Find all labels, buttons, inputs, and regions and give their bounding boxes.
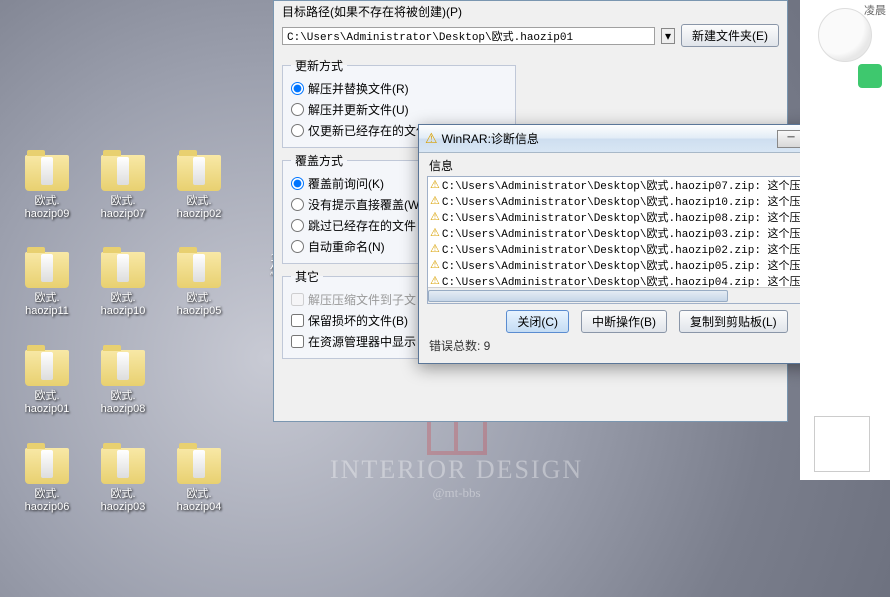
diag-title: WinRAR:诊断信息 xyxy=(442,130,539,147)
dropdown-arrow-icon[interactable]: ▾ xyxy=(661,28,675,44)
warning-icon: ⚠ xyxy=(430,274,440,288)
copy-clipboard-button[interactable]: 复制到剪贴板(L) xyxy=(679,310,788,333)
update-replace-option[interactable]: 解压并替换文件(R) xyxy=(291,78,507,99)
warning-icon: ⚠ xyxy=(425,130,438,147)
desktop-folder-icon[interactable]: 欧式.haozip05 xyxy=(164,252,234,318)
desktop-folder-icon[interactable]: 欧式.haozip10 xyxy=(88,252,158,318)
side-panel: 凌晨 xyxy=(800,0,890,480)
overwrite-legend: 覆盖方式 xyxy=(291,152,347,169)
zip-folder-icon xyxy=(25,252,69,288)
update-legend: 更新方式 xyxy=(291,57,347,74)
dest-label: 目标路径(如果不存在将被创建)(P) xyxy=(274,1,787,22)
zip-folder-icon xyxy=(25,448,69,484)
avatar-image[interactable] xyxy=(814,416,870,472)
abort-button[interactable]: 中断操作(B) xyxy=(581,310,667,333)
zip-folder-icon xyxy=(101,155,145,191)
new-folder-button[interactable]: 新建文件夹(E) xyxy=(681,24,779,47)
side-text: 凌晨 xyxy=(864,2,886,18)
zip-folder-icon xyxy=(101,448,145,484)
warning-icon: ⚠ xyxy=(430,258,440,272)
warning-icon: ⚠ xyxy=(430,242,440,256)
desktop-folder-icon[interactable]: 欧式.haozip06 xyxy=(12,448,82,514)
desktop-folder-icon[interactable]: 欧式.haozip02 xyxy=(164,155,234,221)
desktop-folder-icon[interactable]: 欧式.haozip01 xyxy=(12,350,82,416)
dest-path-input[interactable] xyxy=(282,27,655,45)
zip-folder-icon xyxy=(177,448,221,484)
zip-folder-icon xyxy=(25,155,69,191)
warning-icon: ⚠ xyxy=(430,226,440,240)
desktop-folder-icon[interactable]: 欧式.haozip08 xyxy=(88,350,158,416)
warning-icon: ⚠ xyxy=(430,210,440,224)
zip-folder-icon xyxy=(177,155,221,191)
zip-folder-icon xyxy=(177,252,221,288)
desktop-folder-icon[interactable]: 欧式.haozip11 xyxy=(12,252,82,318)
zip-folder-icon xyxy=(25,350,69,386)
update-update-option[interactable]: 解压并更新文件(U) xyxy=(291,99,507,120)
app-icon[interactable] xyxy=(858,64,882,88)
desktop-folder-icon[interactable]: 欧式.haozip04 xyxy=(164,448,234,514)
diag-close-button[interactable]: 关闭(C) xyxy=(506,310,569,333)
desktop-folder-icon[interactable]: 欧式.haozip03 xyxy=(88,448,158,514)
desktop-folder-icon[interactable]: 欧式.haozip09 xyxy=(12,155,82,221)
zip-folder-icon xyxy=(101,350,145,386)
zip-folder-icon xyxy=(101,252,145,288)
warning-icon: ⚠ xyxy=(430,194,440,208)
misc-legend: 其它 xyxy=(291,268,323,285)
desktop-folder-icon[interactable]: 欧式.haozip07 xyxy=(88,155,158,221)
warning-icon: ⚠ xyxy=(430,178,440,192)
